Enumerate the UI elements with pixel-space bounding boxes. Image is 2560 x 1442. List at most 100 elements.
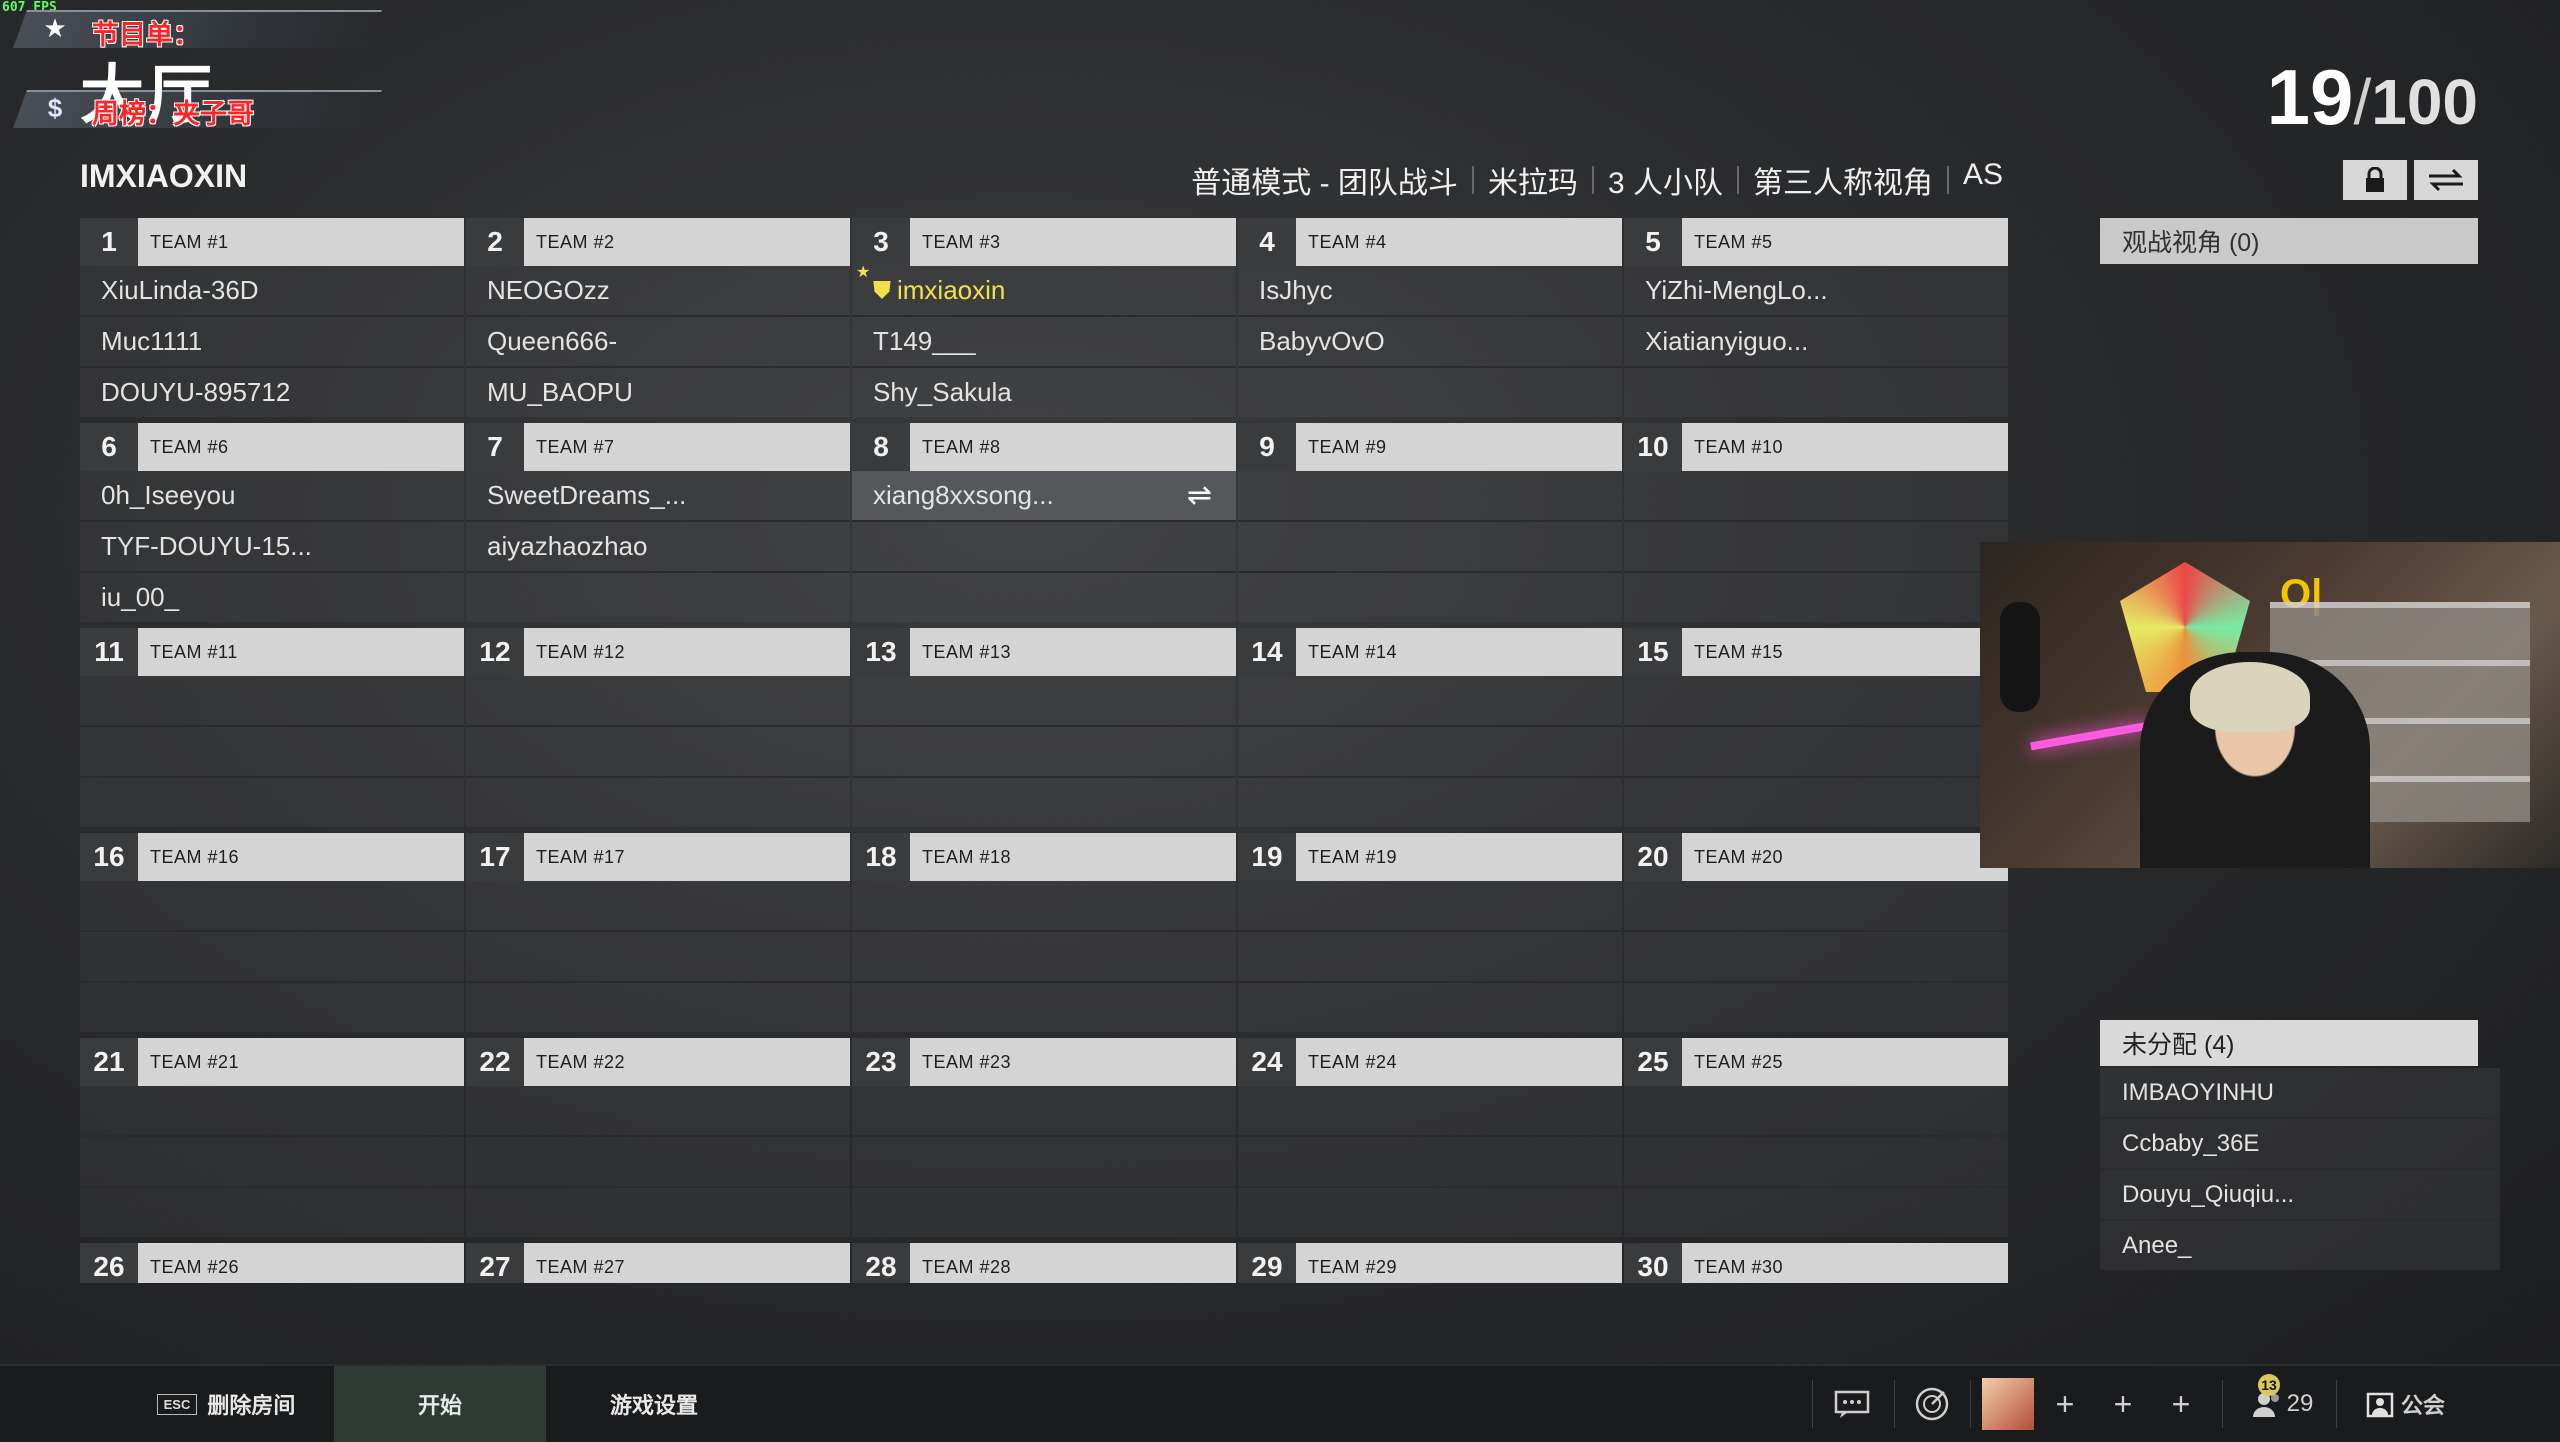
empty-slot[interactable] [1624, 1137, 2008, 1188]
player-slot-self[interactable]: ★ ⛊ imxiaoxin [852, 264, 1236, 317]
empty-slot[interactable] [466, 1137, 850, 1188]
player-slot[interactable]: Muc1111 [80, 317, 464, 368]
chat-button[interactable] [1826, 1380, 1878, 1428]
team-header[interactable]: 16 TEAM #16 [80, 833, 464, 881]
player-slot[interactable]: YiZhi-MengLo... [1624, 266, 2008, 317]
player-slot[interactable]: Xiatianyiguo... [1624, 317, 2008, 368]
empty-slot[interactable] [852, 881, 1236, 932]
team-header[interactable]: 12 TEAM #12 [466, 628, 850, 676]
empty-slot[interactable] [1624, 1188, 2008, 1237]
empty-slot[interactable] [1624, 573, 2008, 622]
team-header[interactable]: 26 TEAM #26 [80, 1243, 464, 1283]
team-header[interactable]: 7 TEAM #7 [466, 423, 850, 471]
player-slot[interactable]: DOUYU-895712 [80, 368, 464, 417]
team-header[interactable]: 13 TEAM #13 [852, 628, 1236, 676]
empty-slot[interactable] [1624, 1086, 2008, 1137]
empty-slot[interactable] [1624, 676, 2008, 727]
empty-slot[interactable] [1238, 727, 1622, 778]
unassigned-player[interactable]: IMBAOYINHU [2100, 1068, 2500, 1119]
unassigned-player[interactable]: Anee_ [2100, 1221, 2500, 1270]
empty-slot[interactable] [1238, 522, 1622, 573]
empty-slot[interactable] [1238, 778, 1622, 827]
empty-slot[interactable] [466, 1188, 850, 1237]
player-slot[interactable]: aiyazhaozhao [466, 522, 850, 573]
avatar[interactable] [1982, 1378, 2034, 1430]
empty-slot[interactable] [852, 727, 1236, 778]
empty-slot[interactable] [1238, 983, 1622, 1032]
player-slot[interactable]: iu_00_ [80, 573, 464, 622]
player-slot[interactable]: BabyvOvO [1238, 317, 1622, 368]
empty-slot[interactable] [466, 727, 850, 778]
team-header[interactable]: 1 TEAM #1 [80, 218, 464, 266]
team-header[interactable]: 17 TEAM #17 [466, 833, 850, 881]
unassigned-player[interactable]: Ccbaby_36E [2100, 1119, 2500, 1170]
empty-slot[interactable] [80, 1137, 464, 1188]
player-slot[interactable]: XiuLinda-36D [80, 266, 464, 317]
empty-slot[interactable] [1624, 471, 2008, 522]
empty-slot[interactable] [852, 932, 1236, 983]
empty-slot[interactable] [80, 932, 464, 983]
empty-slot[interactable] [1238, 471, 1622, 522]
empty-slot[interactable] [1624, 778, 2008, 827]
empty-slot[interactable] [80, 727, 464, 778]
team-header[interactable]: 15 TEAM #15 [1624, 628, 2008, 676]
lock-button[interactable] [2343, 160, 2407, 200]
team-header[interactable]: 29 TEAM #29 [1238, 1243, 1622, 1283]
empty-slot[interactable] [1624, 983, 2008, 1032]
add-party-slot-icon[interactable]: + [2102, 1380, 2144, 1428]
empty-slot[interactable] [1238, 573, 1622, 622]
empty-slot[interactable] [1238, 676, 1622, 727]
empty-slot[interactable] [1238, 932, 1622, 983]
player-slot[interactable]: IsJhyc [1238, 266, 1622, 317]
swap-button[interactable] [2414, 160, 2478, 200]
empty-slot[interactable] [852, 522, 1236, 573]
player-slot[interactable]: NEOGOzz [466, 266, 850, 317]
empty-slot[interactable] [466, 676, 850, 727]
team-header[interactable]: 20 TEAM #20 [1624, 833, 2008, 881]
team-header[interactable]: 8 TEAM #8 [852, 423, 1236, 471]
team-header[interactable]: 24 TEAM #24 [1238, 1038, 1622, 1086]
empty-slot[interactable] [1624, 881, 2008, 932]
empty-slot[interactable] [1624, 932, 2008, 983]
add-party-slot-icon[interactable]: + [2160, 1380, 2202, 1428]
team-header[interactable]: 6 TEAM #6 [80, 423, 464, 471]
empty-slot[interactable] [80, 778, 464, 827]
team-header[interactable]: 25 TEAM #25 [1624, 1038, 2008, 1086]
team-header[interactable]: 2 TEAM #2 [466, 218, 850, 266]
empty-slot[interactable] [466, 573, 850, 622]
empty-slot[interactable] [852, 1086, 1236, 1137]
empty-slot[interactable] [80, 676, 464, 727]
empty-slot[interactable] [466, 932, 850, 983]
team-header[interactable]: 27 TEAM #27 [466, 1243, 850, 1283]
empty-slot[interactable] [1238, 881, 1622, 932]
empty-slot[interactable] [466, 1086, 850, 1137]
empty-slot[interactable] [466, 983, 850, 1032]
empty-slot[interactable] [852, 778, 1236, 827]
player-slot[interactable]: TYF-DOUYU-15... [80, 522, 464, 573]
player-slot[interactable]: SweetDreams_... [466, 471, 850, 522]
empty-slot[interactable] [1624, 522, 2008, 573]
player-slot[interactable]: Shy_Sakula [852, 368, 1236, 417]
team-header[interactable]: 21 TEAM #21 [80, 1038, 464, 1086]
empty-slot[interactable] [1238, 368, 1622, 417]
empty-slot[interactable] [852, 983, 1236, 1032]
team-header[interactable]: 10 TEAM #10 [1624, 423, 2008, 471]
empty-slot[interactable] [80, 983, 464, 1032]
team-header[interactable]: 11 TEAM #11 [80, 628, 464, 676]
empty-slot[interactable] [852, 573, 1236, 622]
empty-slot[interactable] [1238, 1137, 1622, 1188]
spectator-slot[interactable]: 观战视角 (0) [2100, 218, 2478, 264]
empty-slot[interactable] [80, 1188, 464, 1237]
empty-slot[interactable] [80, 1086, 464, 1137]
player-slot[interactable]: T149___ [852, 317, 1236, 368]
empty-slot[interactable] [466, 881, 850, 932]
start-button[interactable]: 开始 [334, 1366, 546, 1442]
empty-slot[interactable] [1238, 1188, 1622, 1237]
team-header[interactable]: 30 TEAM #30 [1624, 1243, 2008, 1283]
team-header[interactable]: 22 TEAM #22 [466, 1038, 850, 1086]
player-slot[interactable]: Queen666- [466, 317, 850, 368]
team-header[interactable]: 5 TEAM #5 [1624, 218, 2008, 266]
empty-slot[interactable] [852, 1137, 1236, 1188]
empty-slot[interactable] [852, 676, 1236, 727]
team-header[interactable]: 28 TEAM #28 [852, 1243, 1236, 1283]
